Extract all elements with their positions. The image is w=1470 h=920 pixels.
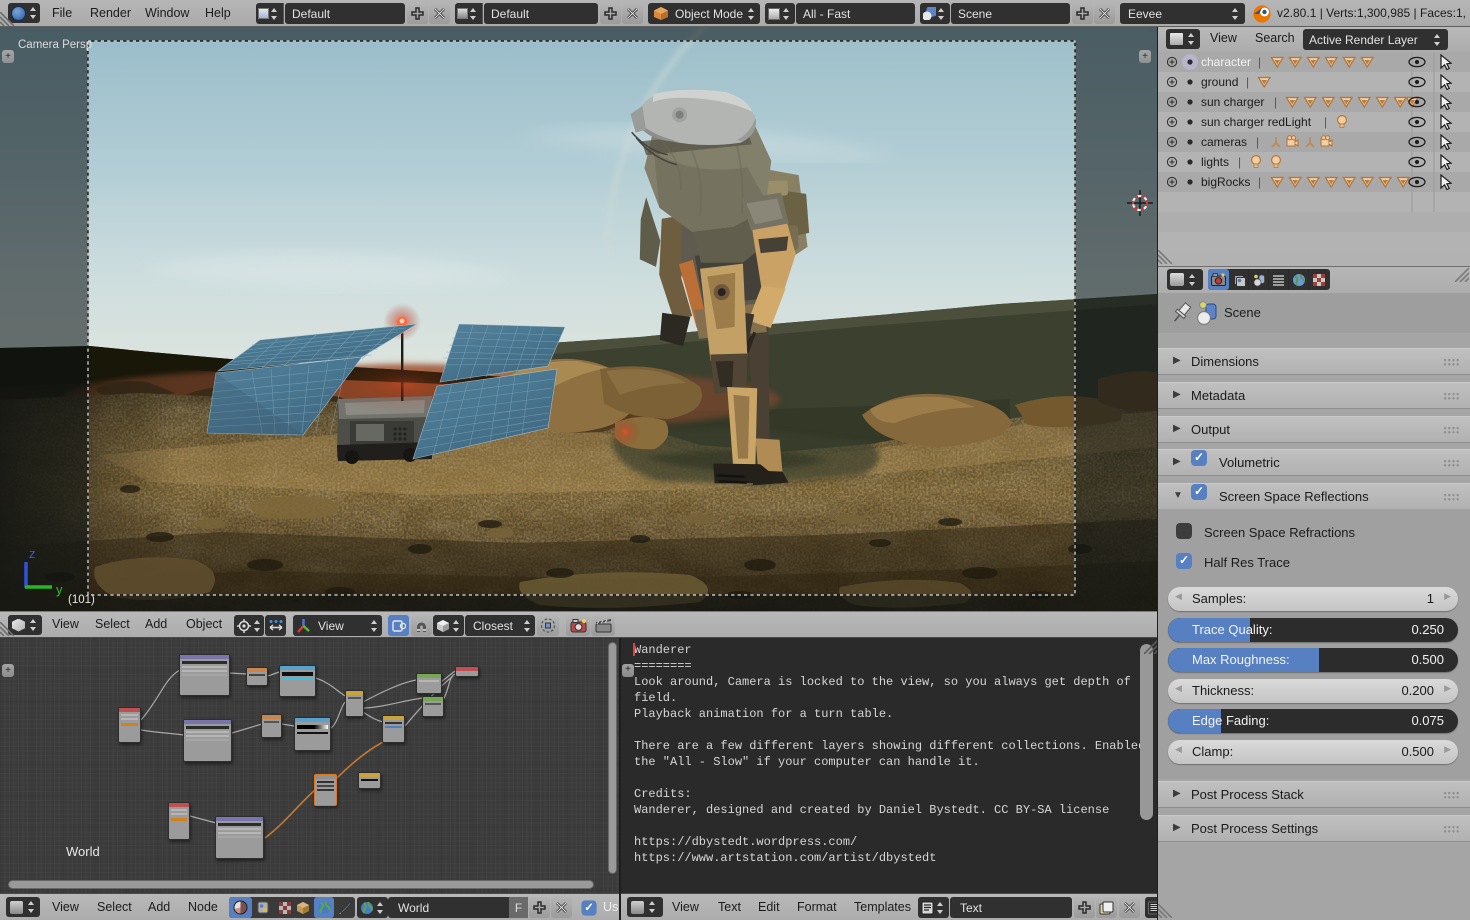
svg-text:y: y xyxy=(56,582,63,597)
svg-text:|: | xyxy=(1324,115,1327,129)
svg-text:Camera Persp: Camera Persp xyxy=(18,39,92,51)
svg-text:cameras: cameras xyxy=(1201,135,1247,149)
svg-text:lights: lights xyxy=(1201,155,1229,169)
svg-text:|: | xyxy=(1256,135,1259,149)
svg-text:|: | xyxy=(1258,175,1261,189)
svg-text:bigRocks: bigRocks xyxy=(1201,175,1250,189)
svg-text:|: | xyxy=(1246,75,1249,89)
svg-text:character: character xyxy=(1201,55,1251,69)
svg-text:|: | xyxy=(1238,155,1241,169)
svg-text:z: z xyxy=(29,546,36,561)
svg-text:(101): (101) xyxy=(68,594,95,606)
svg-text:|: | xyxy=(1258,55,1261,69)
svg-text:ground: ground xyxy=(1201,75,1238,89)
svg-text:|: | xyxy=(1274,95,1277,109)
svg-text:sun charger: sun charger xyxy=(1201,95,1264,109)
svg-text:sun charger redLight: sun charger redLight xyxy=(1201,115,1312,129)
